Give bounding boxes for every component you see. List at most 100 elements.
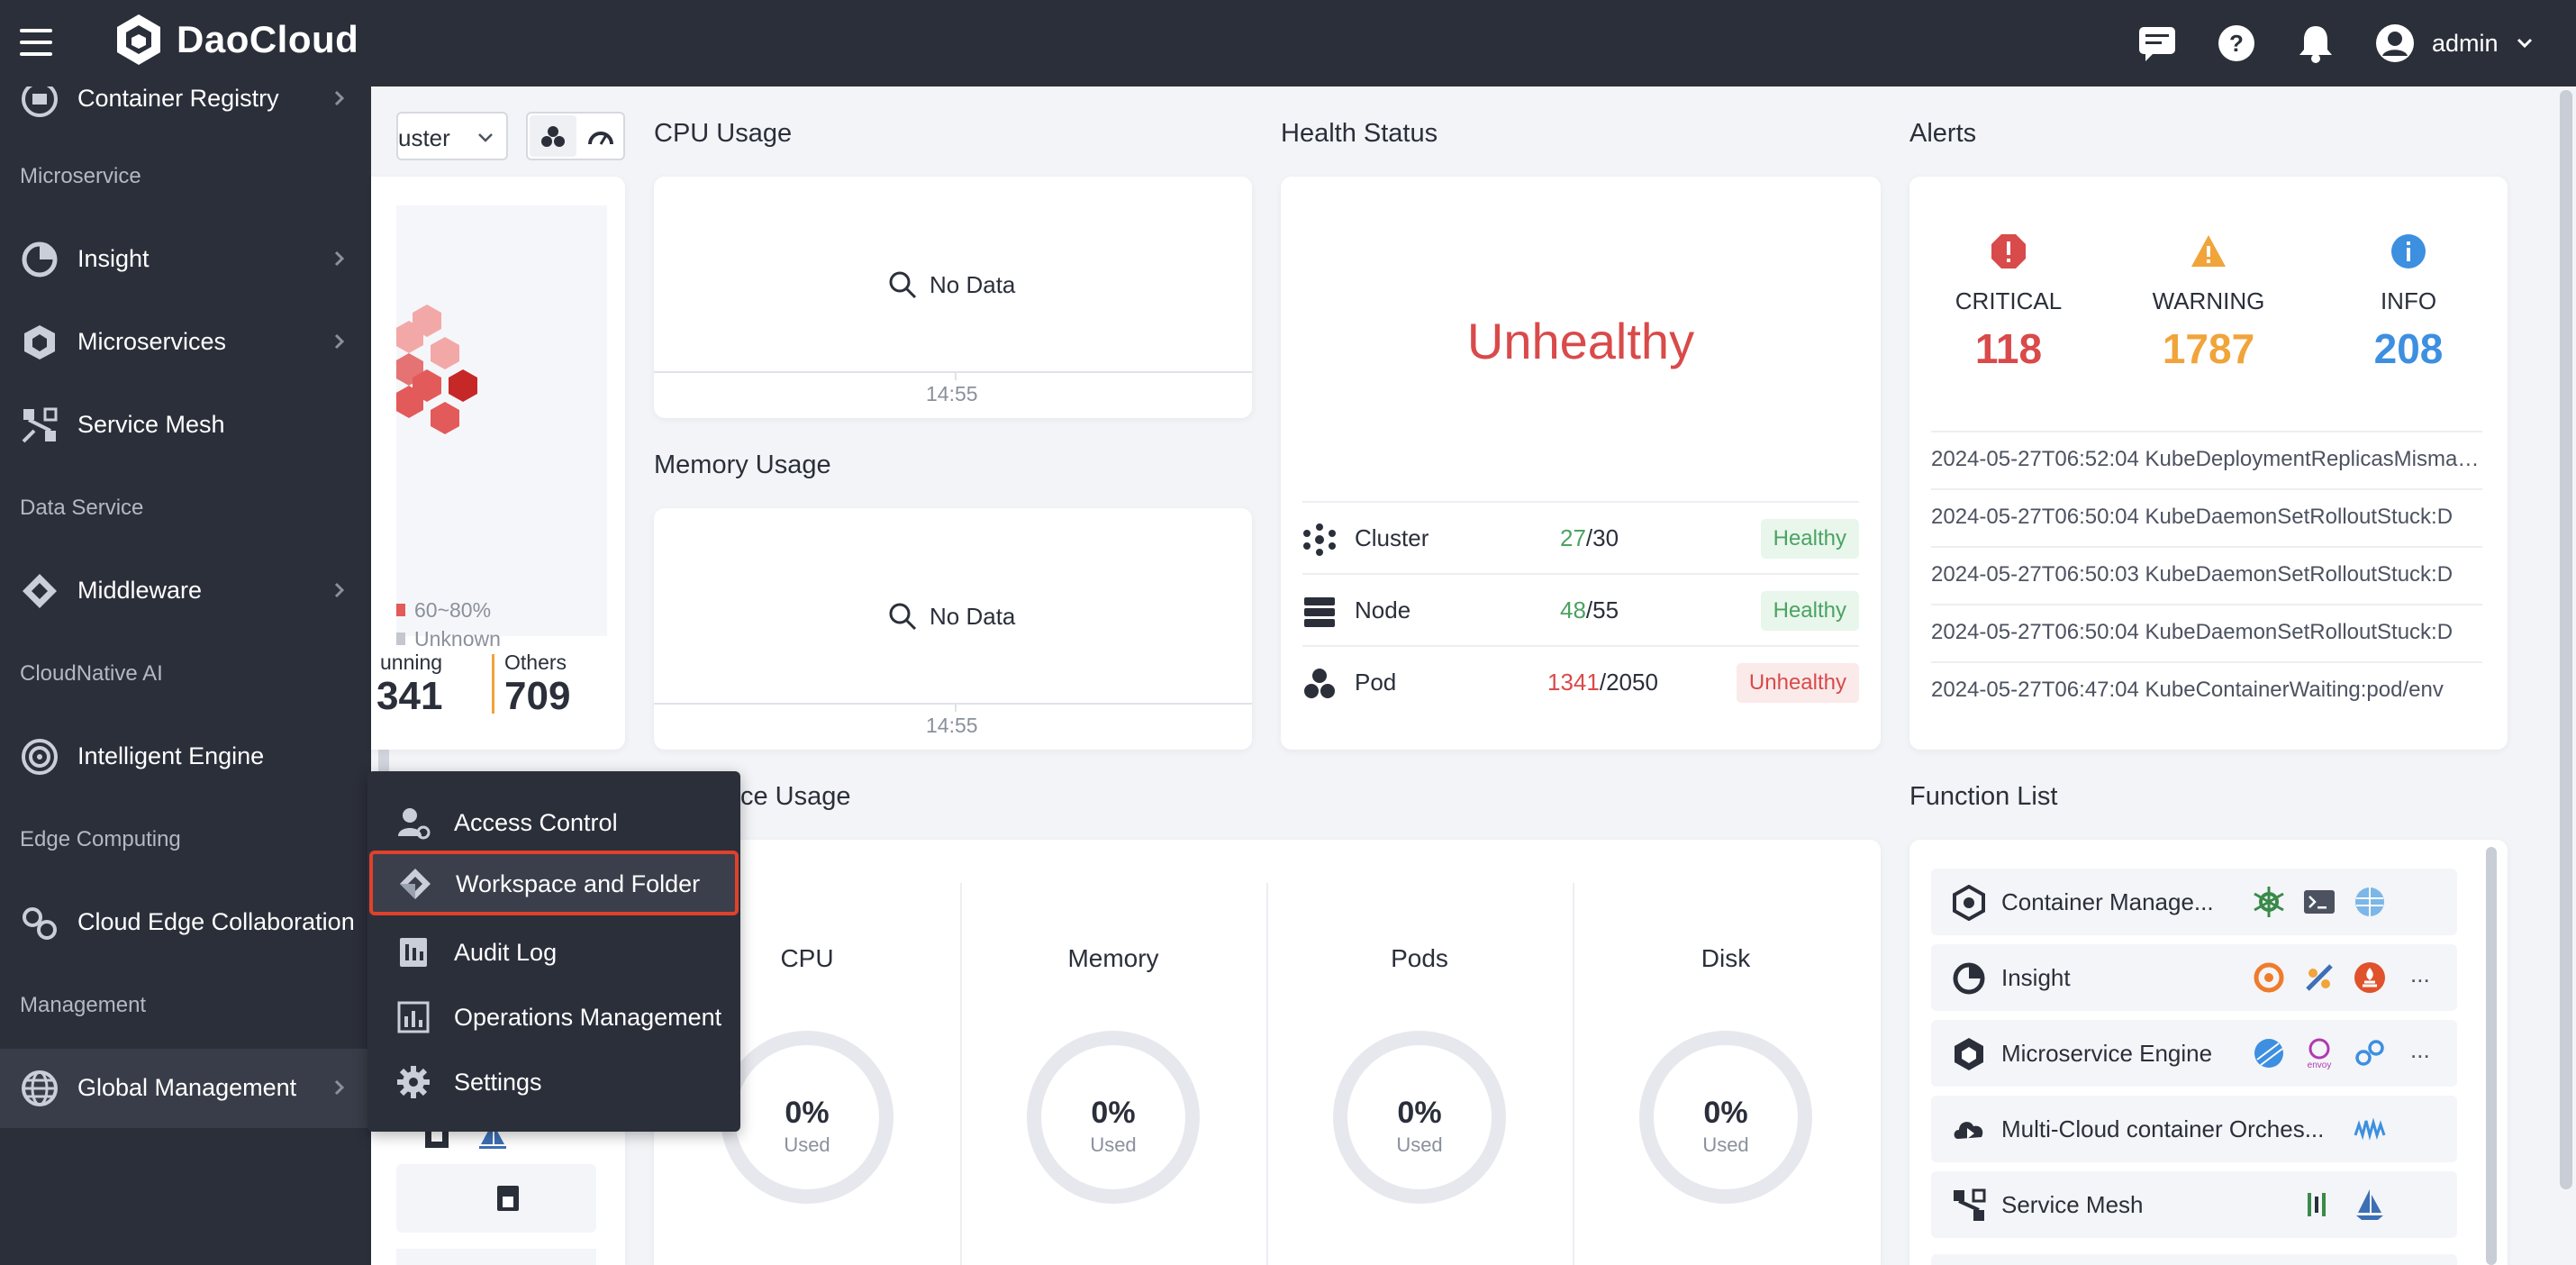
karmada-icon[interactable] xyxy=(2353,1112,2387,1146)
pod-hexagon-heatmap xyxy=(396,305,477,434)
function-list-scrollbar[interactable] xyxy=(2486,847,2497,1265)
cluster-select[interactable]: uster xyxy=(396,112,508,160)
notification-bell-icon[interactable] xyxy=(2295,18,2336,68)
x-tick-label: 14:55 xyxy=(926,714,978,737)
microservices-icon xyxy=(24,325,55,359)
sidebar-item-insight[interactable]: Insight xyxy=(0,220,371,299)
alert-list-item[interactable]: 2024-05-27T06:50:04 KubeDaemonSetRollout… xyxy=(1931,488,2482,546)
view-toggle[interactable] xyxy=(526,112,625,160)
function-item-service-mesh[interactable]: Service Mesh xyxy=(1931,1171,2457,1238)
usage-percent: 0% xyxy=(1703,1096,1748,1130)
submenu-item-audit-log[interactable]: Audit Log xyxy=(367,919,740,984)
sidebar-item-label: Intelligent Engine xyxy=(77,742,265,769)
sidebar-item-container-registry[interactable]: Container Registry xyxy=(0,86,371,139)
function-list-title: Function List xyxy=(1909,782,2058,811)
network-globe-icon[interactable] xyxy=(2353,885,2387,919)
sidebar-item-label: Container Registry xyxy=(77,86,279,112)
daocloud-logo-icon xyxy=(117,14,160,65)
alert-list-item[interactable]: 2024-05-27T06:47:04 KubeContainerWaiting… xyxy=(1931,661,2482,719)
submenu-item-access-control[interactable]: Access Control xyxy=(367,789,740,854)
hexagon-view-button[interactable] xyxy=(530,115,576,157)
alert-label: CRITICAL xyxy=(1955,287,2063,314)
usage-percent: 0% xyxy=(1397,1096,1442,1130)
helm-icon[interactable] xyxy=(2252,885,2286,919)
document-icon xyxy=(497,1186,519,1211)
sidebar-item-service-mesh[interactable]: Service Mesh xyxy=(0,386,371,465)
username: admin xyxy=(2432,29,2499,57)
search-icon xyxy=(889,603,917,631)
critical-icon xyxy=(1991,234,2026,268)
brand-logo[interactable]: DaoCloud xyxy=(113,13,358,67)
more-icon[interactable]: ... xyxy=(2410,1036,2430,1064)
mesh-bars-icon[interactable] xyxy=(2302,1188,2336,1222)
user-menu[interactable]: admin xyxy=(2374,18,2535,68)
multicloud-icon xyxy=(1954,1122,1983,1139)
sidebar-item-global-management[interactable]: Global Management xyxy=(0,1049,371,1128)
cpu-usage-title: CPU Usage xyxy=(654,119,793,148)
function-item-microservice-engine[interactable]: Microservice Engine envoy ... xyxy=(1931,1020,2457,1087)
tracing-icon[interactable] xyxy=(2302,960,2336,995)
envoy-icon[interactable]: envoy xyxy=(2302,1036,2336,1070)
more-icon[interactable]: ... xyxy=(2410,960,2430,988)
health-row-cluster[interactable]: Cluster 27/30 Healthy xyxy=(1302,501,1859,573)
istio-icon[interactable] xyxy=(2353,1188,2387,1222)
link-icon[interactable] xyxy=(2353,1036,2387,1070)
hexagon-map: 60~80% Unknown xyxy=(396,205,607,651)
function-item-multicloud-orchestration[interactable]: Multi-Cloud container Orches... xyxy=(1931,1096,2457,1162)
no-data-text: No Data xyxy=(930,270,1016,298)
chevron-down-icon xyxy=(2517,38,2532,49)
function-item-container-management[interactable]: Container Manage... xyxy=(1931,869,2457,935)
sidebar-group-edge-computing: Edge Computing xyxy=(20,827,181,851)
submenu-item-workspace-and-folder[interactable]: Workspace and Folder xyxy=(369,851,739,915)
menu-toggle-icon[interactable] xyxy=(20,27,56,58)
sidebar-item-label: Middleware xyxy=(77,577,203,604)
health-row-pod[interactable]: Pod 1341/2050 Unhealthy xyxy=(1302,645,1859,717)
cluster-icon xyxy=(1303,523,1336,556)
list-item[interactable] xyxy=(396,1249,596,1265)
gauge-view-icon[interactable] xyxy=(587,126,614,148)
health-row-name: Node xyxy=(1355,596,1411,623)
cluster-select-value: uster xyxy=(398,124,450,151)
help-icon[interactable]: ? xyxy=(2216,18,2257,68)
service-mesh-icon xyxy=(22,407,58,443)
alert-list-item[interactable]: 2024-05-27T06:50:04 KubeDaemonSetRollout… xyxy=(1931,604,2482,661)
health-row-node[interactable]: Node 48/55 Healthy xyxy=(1302,573,1859,645)
health-status-value: Unhealthy xyxy=(1466,313,1695,369)
function-item-insight[interactable]: Insight ... xyxy=(1931,944,2457,1011)
submenu-item-operations-management[interactable]: Operations Management xyxy=(367,984,740,1049)
alert-list-item[interactable]: 2024-05-27T06:52:04 KubeDeploymentReplic… xyxy=(1931,431,2482,488)
chevron-right-icon xyxy=(334,90,345,106)
prometheus-icon[interactable] xyxy=(2353,960,2387,995)
user-shield-icon xyxy=(398,808,431,840)
page-scrollbar[interactable] xyxy=(2560,90,2572,1189)
resource-name: Pods xyxy=(1391,944,1448,972)
resource-name: Disk xyxy=(1701,944,1751,972)
running-label: unning xyxy=(380,651,443,674)
message-icon[interactable] xyxy=(2136,18,2178,68)
alert-info[interactable]: INFO 208 xyxy=(2309,232,2508,373)
nacos-icon[interactable] xyxy=(2252,1036,2286,1070)
sidebar-group-management: Management xyxy=(20,993,147,1017)
terminal-icon[interactable] xyxy=(2302,885,2336,919)
microservice-engine-icon xyxy=(1955,1038,1983,1070)
submenu-item-label: Workspace and Folder xyxy=(456,870,701,897)
sidebar-item-intelligent-engine[interactable]: Intelligent Engine xyxy=(0,717,371,796)
function-item-label: Microservice Engine xyxy=(2001,1040,2213,1067)
legend-swatch xyxy=(396,604,405,616)
submenu-item-settings[interactable]: Settings xyxy=(367,1049,740,1114)
sidebar-group-cloudnative-ai: CloudNative AI xyxy=(20,661,163,686)
sidebar-item-microservices[interactable]: Microservices xyxy=(0,303,371,382)
alert-list-item[interactable]: 2024-05-27T06:50:03 KubeDaemonSetRollout… xyxy=(1931,546,2482,604)
legend-swatch xyxy=(396,632,405,645)
sidebar-item-cloud-edge-collaboration[interactable]: Cloud Edge Collaboration xyxy=(0,883,371,962)
grafana-icon[interactable] xyxy=(2252,960,2286,995)
alert-warning[interactable]: WARNING 1787 xyxy=(2109,232,2308,373)
alert-label: INFO xyxy=(2380,287,2437,314)
brand-name: DaoCloud xyxy=(177,18,359,60)
function-item-partial[interactable] xyxy=(1931,1254,2457,1265)
sidebar-item-label: Microservices xyxy=(77,328,227,355)
list-item[interactable] xyxy=(396,1164,596,1233)
alert-critical[interactable]: CRITICAL 118 xyxy=(1909,232,2108,373)
used-label: Used xyxy=(1396,1133,1443,1156)
sidebar-item-middleware[interactable]: Middleware xyxy=(0,551,371,631)
